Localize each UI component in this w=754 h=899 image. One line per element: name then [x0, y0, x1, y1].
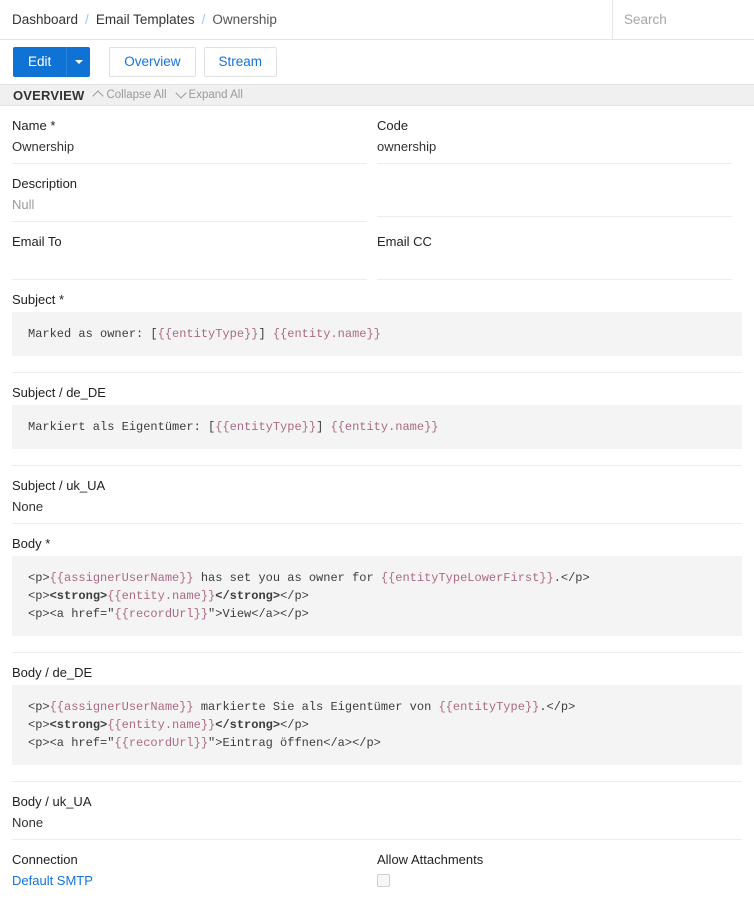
field-label: Email To [12, 234, 62, 249]
collapse-all-button[interactable]: Collapse All [92, 89, 167, 102]
breadcrumb-item-dashboard[interactable]: Dashboard [12, 12, 78, 27]
form-row-body-de: Body / de_DE <p>{{assignerUserName}} mar… [12, 653, 742, 782]
field-label: Body / uk_UA [12, 794, 92, 809]
overview-panel-header: OVERVIEW Collapse All Expand All [0, 84, 754, 106]
edit-dropdown-button[interactable] [66, 47, 91, 77]
field-subject-de: Subject / de_DE Markiert als Eigentümer:… [12, 373, 742, 466]
body-de-code-block: <p>{{assignerUserName}} markierte Sie al… [12, 685, 742, 765]
search-container [612, 0, 754, 39]
field-subject-uk: Subject / uk_UA None [12, 466, 742, 524]
field-label: Description [12, 176, 78, 191]
field-value: Null [12, 197, 35, 212]
field-label: Subject / de_DE [12, 385, 106, 400]
form-row-name-code: Name * Ownership Code ownership [12, 106, 742, 164]
required-marker: * [50, 118, 56, 133]
form-row-body: Body * <p>{{assignerUserName}} has set y… [12, 524, 742, 653]
breadcrumb-separator: / [201, 12, 206, 27]
field-label: Code [377, 118, 409, 133]
field-value [377, 253, 732, 272]
field-body-de: Body / de_DE <p>{{assignerUserName}} mar… [12, 653, 742, 782]
field-value [12, 253, 367, 272]
form-row-description: Description Null [12, 164, 742, 222]
breadcrumb-item-ownership: Ownership [212, 12, 277, 27]
chevron-down-icon [174, 87, 187, 99]
chevron-up-icon [92, 90, 105, 102]
expand-all-label: Expand All [188, 89, 243, 101]
field-value [377, 871, 732, 892]
field-email-to: Email To [12, 222, 377, 280]
collapse-all-label: Collapse All [106, 89, 167, 101]
field-connection: Connection Default SMTP [12, 840, 377, 899]
field-body: Body * <p>{{assignerUserName}} has set y… [12, 524, 742, 653]
breadcrumb-item-email-templates[interactable]: Email Templates [96, 12, 195, 27]
field-name: Name * Ownership [12, 106, 377, 164]
required-marker: * [59, 292, 65, 307]
form-row-connection: Connection Default SMTP Allow Attachment… [12, 840, 742, 899]
field-code: Code ownership [377, 106, 742, 164]
expand-all-button[interactable]: Expand All [174, 87, 243, 101]
field-value: Default SMTP [12, 871, 367, 890]
field-subject: Subject * Marked as owner: [{{entityType… [12, 280, 742, 373]
field-value: None [12, 499, 44, 514]
form-row-subject-uk: Subject / uk_UA None [12, 466, 742, 524]
edit-button[interactable]: Edit [13, 47, 67, 77]
form-row-email: Email To Email CC [12, 222, 742, 280]
connection-link[interactable]: Default SMTP [12, 873, 93, 888]
field-label: Name * [12, 118, 56, 133]
panel-title: OVERVIEW [13, 87, 85, 103]
overview-form: Name * Ownership Code ownership Descript… [0, 106, 754, 899]
top-navbar: Dashboard / Email Templates / Ownership [0, 0, 754, 40]
required-marker: * [45, 536, 51, 551]
form-row-body-uk: Body / uk_UA None [12, 782, 742, 840]
action-toolbar: Edit Overview Stream [0, 40, 754, 84]
field-description-spacer [377, 164, 742, 222]
field-value: ownership [377, 139, 437, 154]
field-label: Connection [12, 852, 78, 867]
tab-overview[interactable]: Overview [109, 47, 196, 77]
field-value: Ownership [12, 139, 75, 154]
field-label: Subject / uk_UA [12, 478, 106, 493]
form-row-subject-de: Subject / de_DE Markiert als Eigentümer:… [12, 373, 742, 466]
field-label: Body * [12, 536, 51, 551]
field-email-cc: Email CC [377, 222, 742, 280]
field-label: Email CC [377, 234, 432, 249]
tab-stream[interactable]: Stream [203, 47, 278, 77]
caret-down-icon [74, 60, 83, 64]
breadcrumb-separator: / [85, 12, 89, 27]
field-body-uk: Body / uk_UA None [12, 782, 742, 840]
body-code-block: <p>{{assignerUserName}} has set you as o… [12, 556, 742, 636]
field-label: Body / de_DE [12, 665, 93, 680]
subject-code-block: Marked as owner: [{{entityType}}] {{enti… [12, 312, 742, 356]
field-label: Subject * [12, 292, 65, 307]
form-row-subject: Subject * Marked as owner: [{{entityType… [12, 280, 742, 373]
allow-attachments-checkbox[interactable] [377, 874, 390, 887]
field-value: None [12, 815, 44, 830]
field-allow-attachments: Allow Attachments [377, 840, 742, 899]
field-label: Allow Attachments [377, 852, 484, 867]
subject-de-code-block: Markiert als Eigentümer: [{{entityType}}… [12, 405, 742, 449]
edit-button-group: Edit [13, 47, 91, 77]
field-description: Description Null [12, 164, 377, 222]
breadcrumb: Dashboard / Email Templates / Ownership [0, 0, 277, 39]
search-input[interactable] [613, 0, 754, 39]
